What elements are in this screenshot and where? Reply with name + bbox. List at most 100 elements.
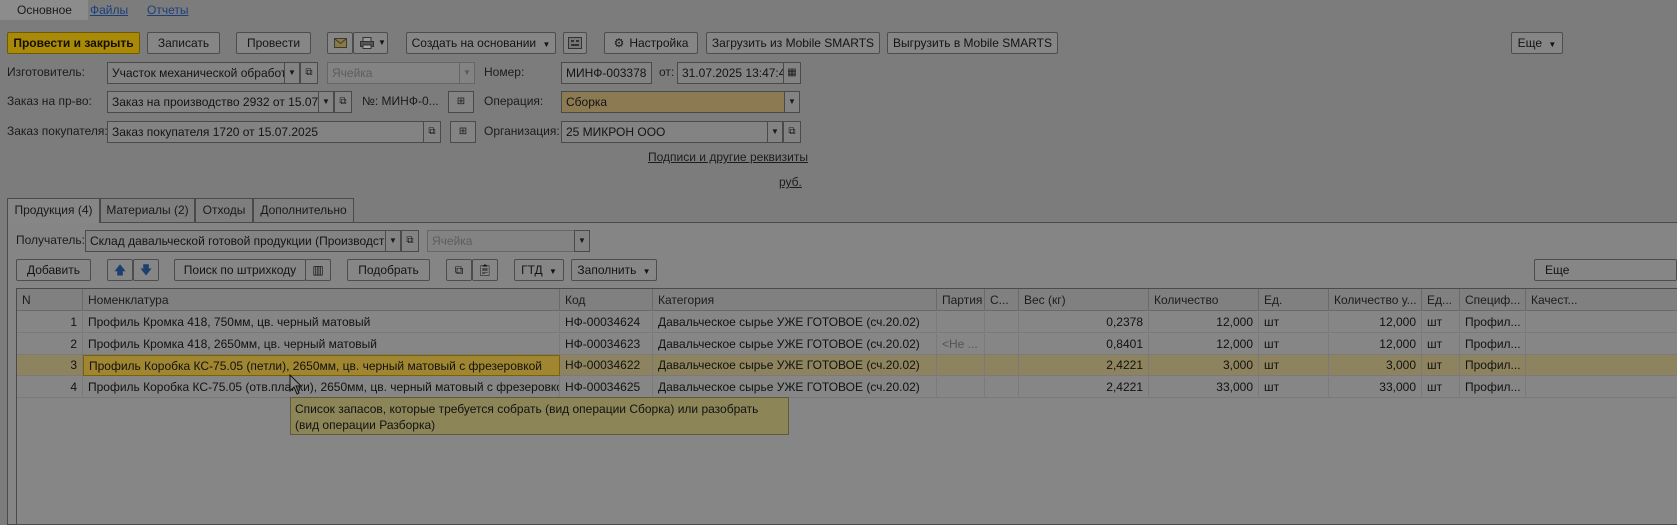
more-button[interactable]: Еще ▼	[1511, 32, 1563, 54]
barcode-scan-button[interactable]: ▥	[305, 259, 331, 281]
column-header-batch[interactable]: Партия	[937, 289, 985, 311]
add-button[interactable]: Добавить	[16, 259, 91, 281]
email-button[interactable]	[327, 32, 353, 54]
manufacturer-dropdown[interactable]: ▼	[284, 62, 300, 84]
open-icon: ⧉	[428, 126, 436, 137]
unload-to-mobile-smarts-button[interactable]: Выгрузить в Mobile SMARTS	[887, 32, 1058, 54]
create-customer-order-button[interactable]: ⊞	[450, 121, 476, 143]
table-row[interactable]: 1 Профиль Кромка 418, 750мм, цв. черный м…	[17, 312, 1677, 333]
create-based-on-label: Создать на основании	[411, 36, 537, 50]
production-order-dropdown[interactable]: ▼	[318, 91, 334, 113]
column-header-nomenclature[interactable]: Номенклатура	[83, 289, 560, 311]
column-header-quantity[interactable]: Количество	[1149, 289, 1259, 311]
chevron-down-icon: ▼	[1548, 40, 1557, 49]
production-order-number: №: МИНФ-0...	[362, 94, 439, 108]
customer-order-field[interactable]: Заказ покупателя 1720 от 15.07.2025	[107, 121, 424, 143]
products-table: N Номенклатура Код Категория Партия С...…	[16, 288, 1677, 525]
tab-materials[interactable]: Материалы (2)	[100, 198, 195, 222]
organization-dropdown[interactable]: ▼	[767, 121, 783, 143]
cell-weight: 0,2378	[1019, 312, 1149, 333]
signatures-link[interactable]: Подписи и другие реквизиты	[648, 147, 808, 167]
post-button[interactable]: Провести	[236, 32, 311, 54]
manufacturer-open-button[interactable]: ⧉	[300, 62, 318, 84]
mouse-cursor-icon	[289, 374, 303, 395]
table-row[interactable]: 2 Профиль Кромка 418, 2650мм, цв. черный …	[17, 333, 1677, 355]
create-based-on-button[interactable]: Создать на основании ▼	[406, 32, 556, 54]
move-up-button[interactable]: 🡅	[107, 259, 133, 281]
settings-label: Настройка	[629, 36, 689, 50]
organization-field[interactable]: 25 МИКРОН ООО	[561, 121, 768, 143]
customer-order-open-button[interactable]: ⧉	[423, 121, 441, 143]
column-header-n[interactable]: N	[17, 289, 83, 311]
production-order-field[interactable]: Заказ на производство 2932 от 15.07.2025	[107, 91, 319, 113]
paste-icon: 📋︎	[477, 263, 493, 277]
tab-extra[interactable]: Дополнительно	[253, 198, 354, 222]
cell-quality	[1526, 377, 1677, 398]
tab-products[interactable]: Продукция (4)	[7, 198, 100, 223]
column-header-weight[interactable]: Вес (кг)	[1019, 289, 1149, 311]
tooltip: Список запасов, которые требуется собрат…	[290, 397, 789, 435]
cell-quantity-u: 3,000	[1329, 355, 1422, 376]
column-header-s[interactable]: С...	[985, 289, 1019, 311]
tab-files[interactable]: Файлы	[90, 0, 128, 20]
manufacturer-field[interactable]: Участок механической обработки	[107, 62, 285, 84]
column-header-quality[interactable]: Качест...	[1526, 289, 1677, 311]
cell-unit: шт	[1259, 333, 1329, 355]
manufacturer-cell-field[interactable]: Ячейка	[327, 62, 460, 84]
copy-button[interactable]: ⧉	[446, 259, 472, 281]
cell-batch	[937, 312, 985, 333]
gtd-button[interactable]: ГТД ▼	[514, 259, 564, 281]
chevron-down-icon: ▼	[288, 68, 296, 77]
cell-nomenclature: Профиль Кромка 418, 2650мм, цв. черный м…	[83, 333, 560, 355]
currency-link[interactable]: руб.	[779, 172, 802, 192]
column-header-spec[interactable]: Специф...	[1460, 289, 1526, 311]
cell-weight: 2,4221	[1019, 376, 1149, 398]
cell-category: Давальческое сырье УЖЕ ГОТОВОЕ (сч.20.02…	[653, 312, 937, 333]
tab-reports[interactable]: Отчеты	[147, 0, 188, 20]
column-header-unit[interactable]: Ед.	[1259, 289, 1329, 311]
production-order-label: Заказ на пр-во:	[7, 94, 92, 108]
gear-icon: ⚙	[613, 36, 625, 50]
calendar-button[interactable]: ▦	[783, 62, 801, 84]
recipient-dropdown[interactable]: ▼	[385, 230, 401, 252]
create-order-document-button[interactable]: ⊞	[448, 91, 474, 113]
operation-field[interactable]: Сборка	[561, 91, 785, 113]
production-order-open-button[interactable]: ⧉	[334, 91, 352, 113]
table-row[interactable]: 3 Профиль Коробка КС-75.05 (петли), 2650м…	[17, 355, 1677, 376]
fill-button[interactable]: Заполнить ▼	[571, 259, 657, 281]
organization-label: Организация:	[484, 124, 560, 138]
recipient-cell-field[interactable]: Ячейка	[427, 230, 575, 252]
column-header-category[interactable]: Категория	[653, 289, 937, 311]
organization-open-button[interactable]: ⧉	[783, 121, 801, 143]
recipient-open-button[interactable]: ⧉	[401, 230, 419, 252]
post-and-close-button[interactable]: Провести и закрыть	[7, 32, 140, 54]
load-from-mobile-smarts-button[interactable]: Загрузить из Mobile SMARTS	[706, 32, 880, 54]
structure-button[interactable]	[563, 32, 587, 54]
recipient-field[interactable]: Склад давальческой готовой продукции (Пр…	[85, 230, 386, 252]
date-field[interactable]: 31.07.2025 13:47:45	[677, 62, 784, 84]
table-row[interactable]: 4 Профиль Коробка КС-75.05 (отв.планки), …	[17, 376, 1677, 398]
settings-button[interactable]: ⚙ Настройка	[604, 32, 698, 54]
manufacturer-cell-dropdown[interactable]: ▼	[459, 62, 475, 84]
print-button[interactable]: ▼	[353, 32, 388, 54]
move-down-button[interactable]: 🡇	[133, 259, 159, 281]
create-document-icon: ⊞	[456, 96, 466, 107]
recipient-cell-dropdown[interactable]: ▼	[574, 230, 590, 252]
tab-main[interactable]: Основное	[0, 0, 88, 20]
operation-label: Операция:	[484, 94, 544, 108]
barcode-search-button[interactable]: Поиск по штрихкоду	[174, 259, 306, 281]
cell-quantity-u: 12,000	[1329, 312, 1422, 333]
column-header-quantity-u[interactable]: Количество у...	[1329, 289, 1422, 311]
tab-waste[interactable]: Отходы	[195, 198, 253, 222]
paste-button[interactable]: 📋︎	[472, 259, 498, 281]
cell-n: 4	[17, 376, 83, 398]
products-more-button[interactable]: Еще	[1534, 259, 1677, 281]
number-field[interactable]: МИНФ-003378	[561, 62, 652, 84]
pick-button[interactable]: Подобрать	[347, 259, 430, 281]
chevron-down-icon: ▼	[463, 68, 471, 77]
operation-dropdown[interactable]: ▼	[784, 91, 800, 113]
cell-s	[985, 376, 1019, 398]
column-header-unit2[interactable]: Ед...	[1422, 289, 1460, 311]
column-header-code[interactable]: Код	[560, 289, 653, 311]
save-button[interactable]: Записать	[147, 32, 220, 54]
